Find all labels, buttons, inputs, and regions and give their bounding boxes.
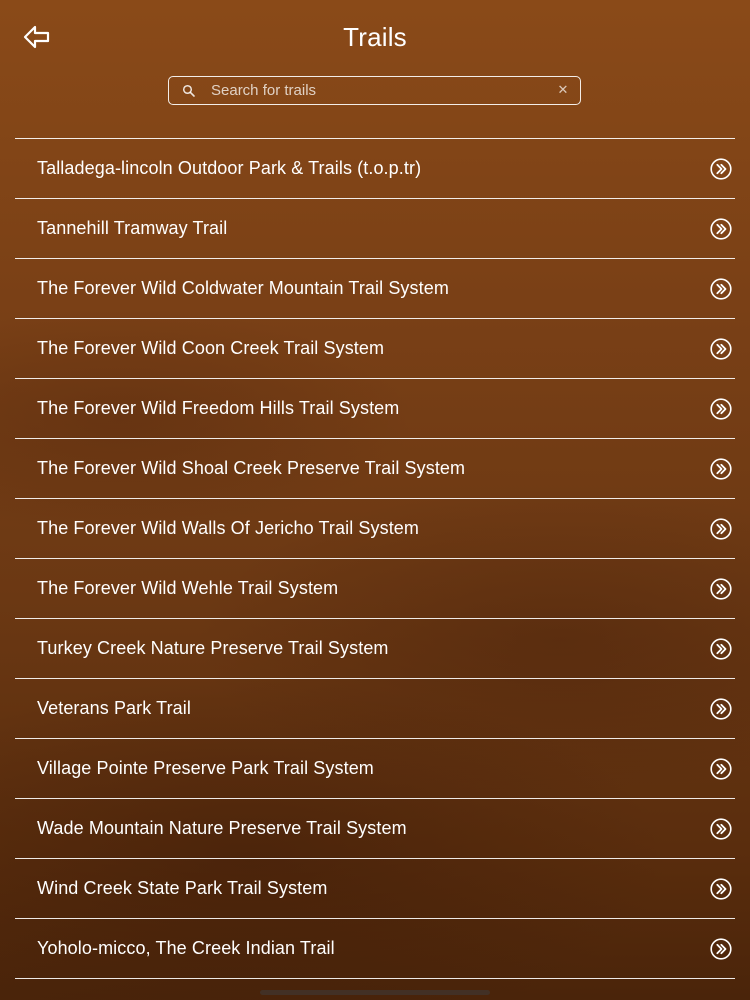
trail-list-item[interactable]: Wind Creek State Park Trail System (15, 859, 735, 919)
chevron-right-circle-icon (710, 218, 732, 240)
chevron-right-circle-icon (710, 938, 732, 960)
trail-name: The Forever Wild Wehle Trail System (37, 578, 339, 598)
trail-name: Turkey Creek Nature Preserve Trail Syste… (37, 638, 389, 658)
chevron-right-circle-icon (710, 278, 732, 300)
trail-name: Veterans Park Trail (37, 698, 191, 718)
chevron-right-circle-icon (710, 158, 732, 180)
chevron-right-circle-icon (710, 698, 732, 720)
chevron-right-circle-icon (710, 398, 732, 420)
trail-name: Village Pointe Preserve Park Trail Syste… (37, 758, 374, 778)
trail-list-item[interactable]: Village Pointe Preserve Park Trail Syste… (15, 739, 735, 799)
trail-list-item[interactable]: The Forever Wild Wehle Trail System (15, 559, 735, 619)
trail-name: Yoholo-micco, The Creek Indian Trail (37, 938, 335, 958)
trail-name: Talladega-lincoln Outdoor Park & Trails … (37, 158, 422, 178)
trail-list-item[interactable]: The Forever Wild Shoal Creek Preserve Tr… (15, 439, 735, 499)
trail-name: Tannehill Tramway Trail (37, 218, 228, 238)
trail-name: Wade Mountain Nature Preserve Trail Syst… (37, 818, 407, 838)
trail-list-item[interactable]: The Forever Wild Coon Creek Trail System (15, 319, 735, 379)
trail-name: The Forever Wild Walls Of Jericho Trail … (37, 518, 420, 538)
chevron-right-circle-icon (710, 758, 732, 780)
page-title: Trails (343, 22, 407, 52)
trail-list-item[interactable]: The Forever Wild Coldwater Mountain Trai… (15, 259, 735, 319)
chevron-right-circle-icon (710, 638, 732, 660)
trail-list-item[interactable]: Yoholo-micco, The Creek Indian Trail (15, 919, 735, 979)
trail-list-item[interactable]: Turkey Creek Nature Preserve Trail Syste… (15, 619, 735, 679)
trail-list: Talladega-lincoln Outdoor Park & Trails … (15, 138, 735, 979)
clear-search-button[interactable]: ✕ (556, 82, 570, 97)
trail-list-item[interactable]: Wade Mountain Nature Preserve Trail Syst… (15, 799, 735, 859)
search-input[interactable] (211, 77, 541, 104)
trail-list-item[interactable]: Talladega-lincoln Outdoor Park & Trails … (15, 139, 735, 199)
chevron-right-circle-icon (710, 878, 732, 900)
search-icon (182, 84, 195, 97)
search-bar[interactable]: ✕ (168, 76, 581, 105)
trail-list-item[interactable]: Tannehill Tramway Trail (15, 199, 735, 259)
header: Trails (0, 0, 750, 70)
trail-name: The Forever Wild Shoal Creek Preserve Tr… (37, 458, 466, 478)
trail-list-item[interactable]: The Forever Wild Walls Of Jericho Trail … (15, 499, 735, 559)
trail-name: The Forever Wild Coldwater Mountain Trai… (37, 278, 449, 298)
chevron-right-circle-icon (710, 338, 732, 360)
trail-name: The Forever Wild Freedom Hills Trail Sys… (37, 398, 400, 418)
home-indicator[interactable] (260, 990, 490, 995)
chevron-right-circle-icon (710, 518, 732, 540)
trail-name: Wind Creek State Park Trail System (37, 878, 328, 898)
chevron-right-circle-icon (710, 818, 732, 840)
chevron-right-circle-icon (710, 578, 732, 600)
chevron-right-circle-icon (710, 458, 732, 480)
trail-name: The Forever Wild Coon Creek Trail System (37, 338, 385, 358)
trail-list-item[interactable]: The Forever Wild Freedom Hills Trail Sys… (15, 379, 735, 439)
trail-list-item[interactable]: Veterans Park Trail (15, 679, 735, 739)
close-icon: ✕ (557, 82, 569, 97)
